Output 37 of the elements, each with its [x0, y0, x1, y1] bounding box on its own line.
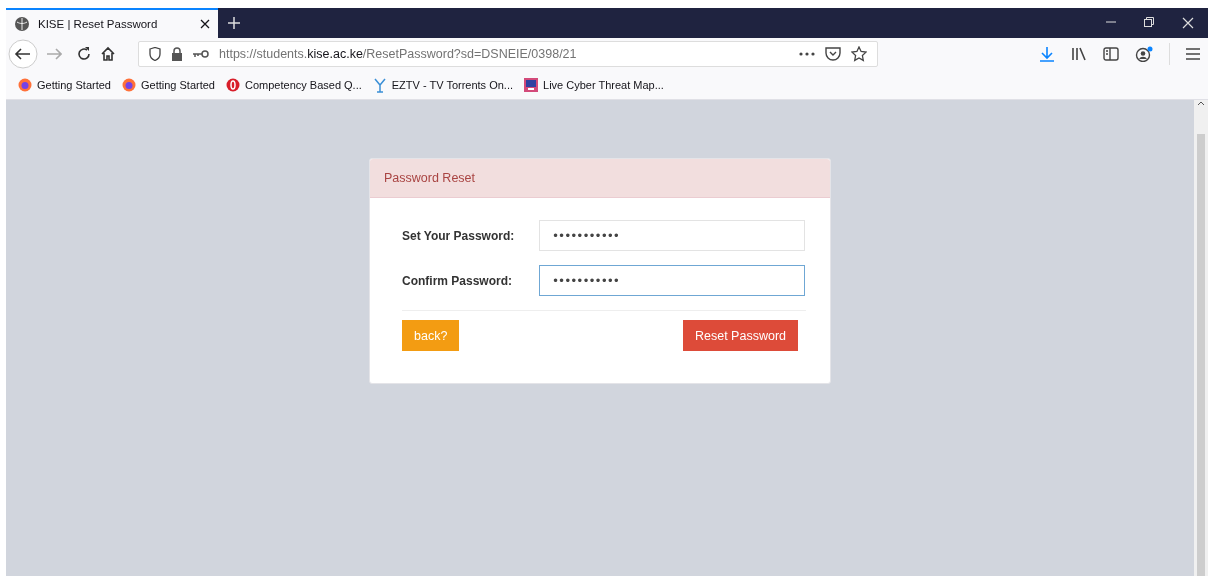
- password-field[interactable]: •••••••••••: [539, 220, 805, 251]
- key-icon: [193, 49, 209, 59]
- monitor-icon: [524, 77, 539, 92]
- home-icon[interactable]: [100, 46, 116, 62]
- field-label: Set Your Password:: [402, 228, 516, 243]
- opera-icon: [226, 77, 240, 92]
- menu-icon[interactable]: [1186, 48, 1200, 60]
- bookmark-link[interactable]: Getting Started: [37, 78, 111, 91]
- antenna-icon: [372, 76, 387, 93]
- field-label: Confirm Password:: [402, 273, 513, 288]
- firefox-icon: [18, 77, 32, 92]
- bookmark-link[interactable]: Getting Started: [141, 78, 215, 91]
- bookmark-link[interactable]: EZTV - TV Torrents On...: [391, 78, 514, 91]
- restore-icon[interactable]: [1144, 17, 1154, 27]
- reload-icon[interactable]: [76, 46, 92, 62]
- scroll-up-icon[interactable]: [1197, 100, 1205, 106]
- reset-password-button[interactable]: Reset Password: [683, 320, 798, 351]
- panel-title: Password Reset: [370, 159, 830, 198]
- globe-icon: [14, 16, 30, 32]
- bookmark-link[interactable]: Competency Based Q...: [245, 78, 362, 91]
- more-icon[interactable]: [799, 52, 815, 56]
- browser-tab[interactable]: KISE | Reset Password: [6, 8, 218, 38]
- account-icon[interactable]: [1135, 46, 1153, 62]
- star-icon[interactable]: [851, 46, 867, 62]
- lock-icon: [171, 47, 183, 61]
- download-icon[interactable]: [1039, 46, 1055, 62]
- bookmark-link[interactable]: Live Cyber Threat Map...: [543, 78, 664, 91]
- scrollbar[interactable]: [1194, 100, 1208, 576]
- password-field[interactable]: •••••••••••: [539, 265, 805, 296]
- shield-icon: [149, 47, 161, 61]
- close-icon[interactable]: [200, 19, 210, 29]
- sidebar-icon[interactable]: [1103, 47, 1119, 61]
- library-icon[interactable]: [1071, 47, 1087, 61]
- new-tab-icon[interactable]: [228, 17, 240, 29]
- firefox-icon: [122, 77, 136, 92]
- back-icon[interactable]: [8, 39, 38, 69]
- pocket-icon[interactable]: [825, 47, 841, 61]
